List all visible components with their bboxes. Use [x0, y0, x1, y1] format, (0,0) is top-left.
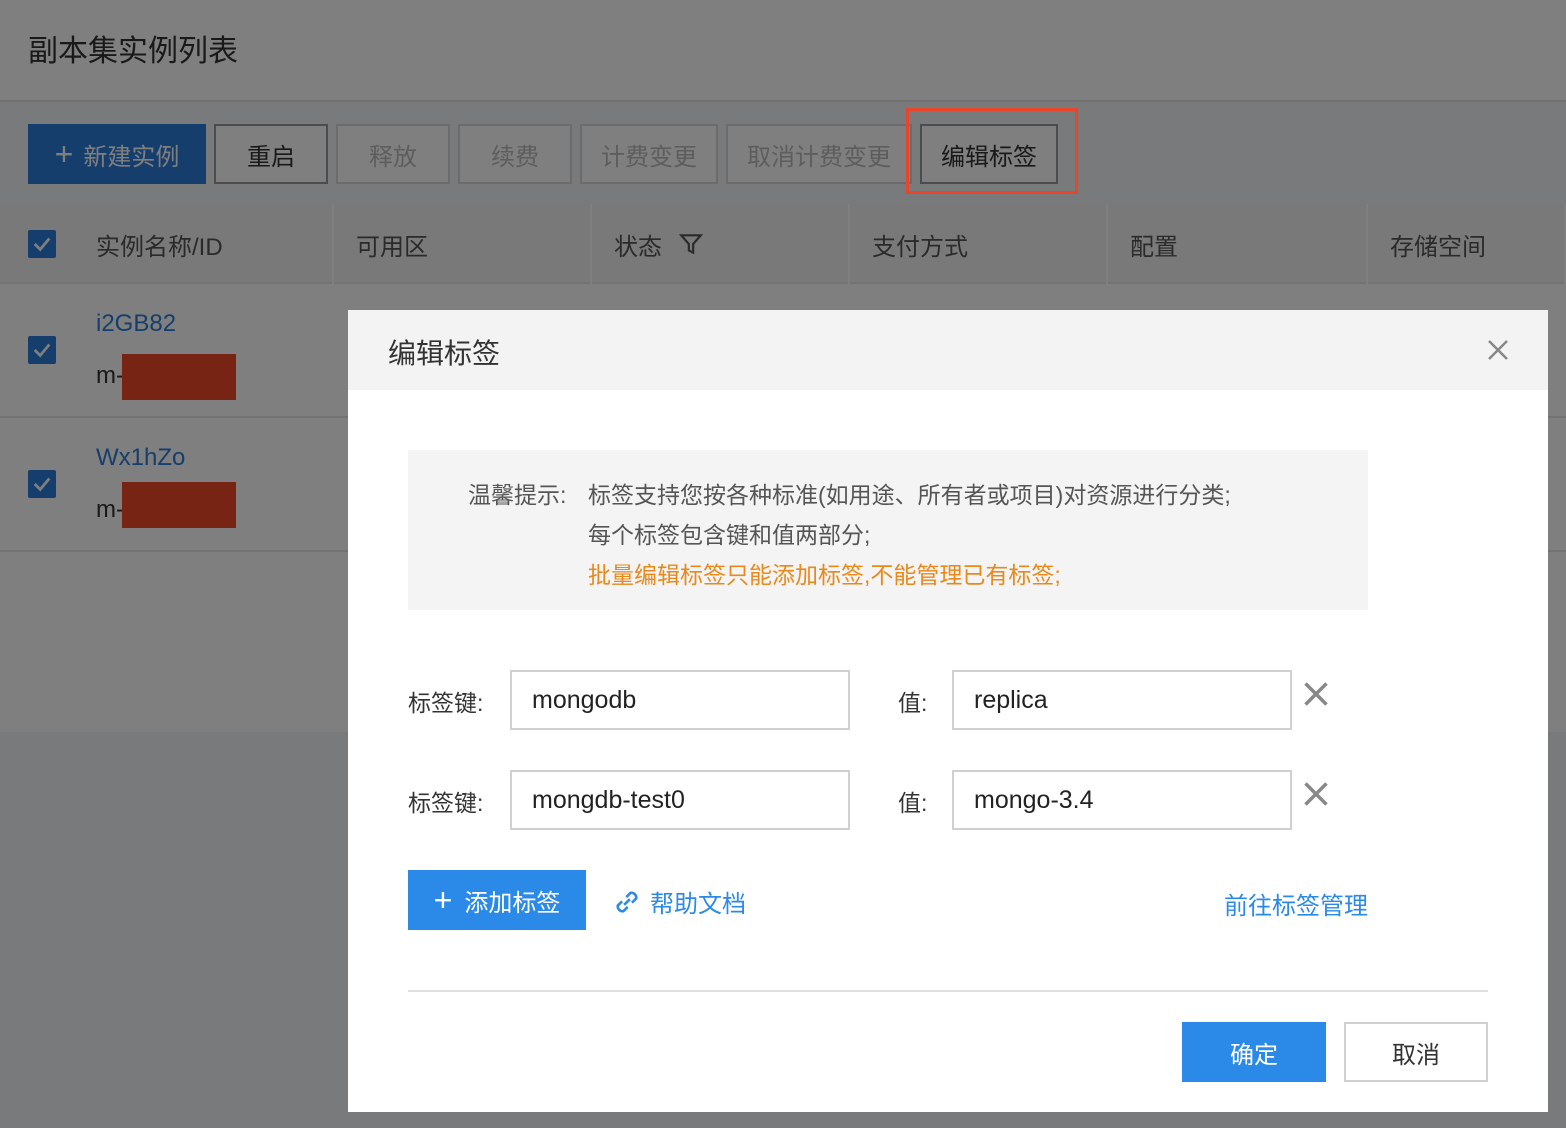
confirm-button[interactable]: 确定 [1182, 1022, 1326, 1082]
tip-warning-line: 批量编辑标签只能添加标签,不能管理已有标签; [588, 562, 1061, 588]
tip-label: 温馨提示: [468, 482, 567, 508]
help-doc-label: 帮助文档 [650, 891, 746, 918]
tag-key-input[interactable] [510, 670, 850, 730]
close-button[interactable] [1480, 332, 1516, 368]
close-icon [1488, 340, 1508, 360]
tip-line: 标签支持您按各种标准(如用途、所有者或项目)对资源进行分类; [588, 482, 1231, 508]
help-doc-link[interactable]: 帮助文档 [610, 884, 746, 919]
tag-value-input[interactable] [952, 770, 1292, 830]
tag-value-label: 值: [898, 690, 928, 716]
tag-value-label: 值: [898, 790, 928, 816]
edit-tags-dialog: 编辑标签 温馨提示: 标签支持您按各种标准(如用途、所有者或项目)对资源进行分类… [348, 310, 1548, 1112]
tag-key-label: 标签键: [408, 690, 484, 716]
annotation-highlight-box [906, 108, 1078, 194]
plus-icon: + [433, 882, 453, 918]
cancel-button[interactable]: 取消 [1344, 1022, 1488, 1082]
tag-key-label: 标签键: [408, 790, 484, 816]
link-icon [616, 891, 638, 912]
tip-line: 每个标签包含键和值两部分; [588, 522, 871, 548]
add-tag-button[interactable]: + 添加标签 [408, 870, 586, 930]
tag-row: 标签键: 值: [408, 670, 1348, 730]
tag-value-input[interactable] [952, 670, 1292, 730]
dialog-divider [408, 990, 1488, 992]
dialog-title: 编辑标签 [388, 338, 501, 369]
add-tag-label: 添加标签 [464, 889, 561, 917]
dialog-header: 编辑标签 [348, 310, 1548, 390]
remove-tag-icon[interactable] [1302, 780, 1330, 808]
remove-tag-icon[interactable] [1302, 680, 1330, 708]
tag-row: 标签键: 值: [408, 770, 1348, 830]
tag-management-link[interactable]: 前往标签管理 [1224, 886, 1368, 921]
tag-key-input[interactable] [510, 770, 850, 830]
tip-box: 温馨提示: 标签支持您按各种标准(如用途、所有者或项目)对资源进行分类; 每个标… [408, 450, 1368, 610]
